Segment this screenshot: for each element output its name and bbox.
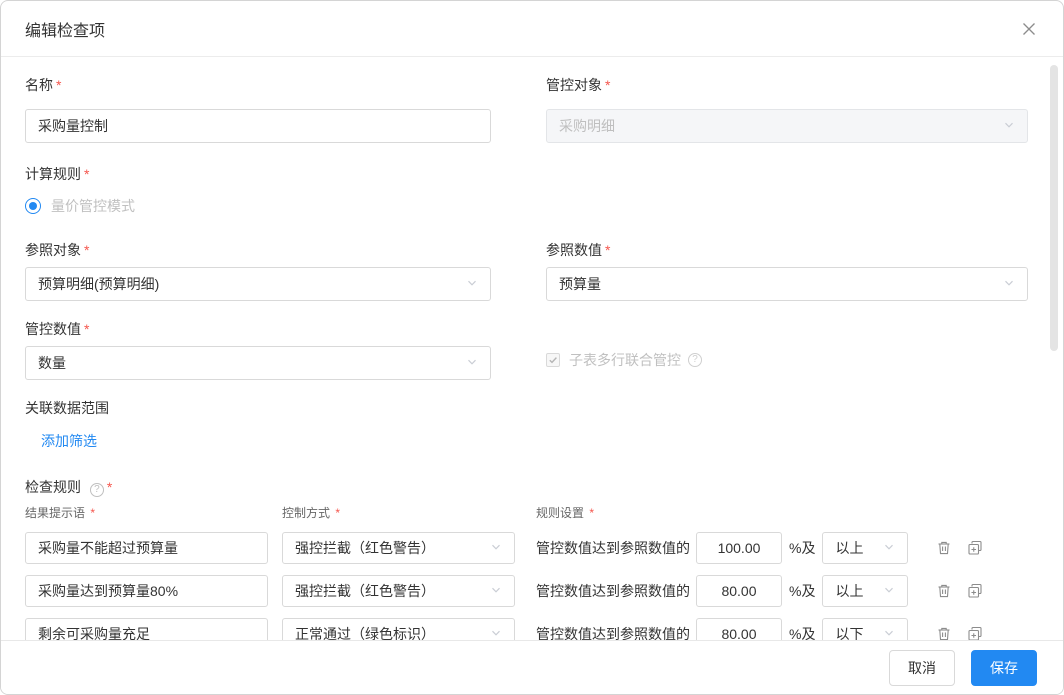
rule-mode-select[interactable]: 正常通过（绿色标识） [282, 618, 515, 642]
rule-percent-input[interactable] [696, 532, 782, 564]
rule-row: 强控拦截（红色警告） 管控数值达到参照数值的 %及 以上 [25, 532, 1039, 564]
control-value-label: 管控数值* [25, 319, 491, 339]
edit-check-item-dialog: 编辑检查项 名称* 管控对象* 采购明细 计算规则* 量价管控模式 [0, 0, 1064, 695]
chevron-down-icon [883, 583, 895, 599]
name-label: 名称* [25, 75, 491, 95]
rule-setting-prefix: 管控数值达到参照数值的 [536, 538, 690, 558]
save-button[interactable]: 保存 [971, 650, 1037, 686]
chevron-down-icon [1003, 118, 1015, 134]
trash-icon[interactable] [935, 539, 953, 557]
copy-add-icon[interactable] [966, 582, 984, 600]
rule-bound-select[interactable]: 以上 [822, 532, 908, 564]
data-range-label: 关联数据范围 [25, 398, 1039, 418]
calc-rule-radio-row: 量价管控模式 [25, 196, 1039, 216]
rule-percent-input[interactable] [696, 618, 782, 642]
calc-rule-option-label: 量价管控模式 [51, 196, 135, 216]
copy-add-icon[interactable] [966, 539, 984, 557]
rule-prompt-input[interactable] [25, 532, 268, 564]
chevron-down-icon [490, 540, 502, 556]
rule-row: 正常通过（绿色标识） 管控数值达到参照数值的 %及 以下 [25, 618, 1039, 642]
column-header-mode: 控制方式 * [282, 505, 536, 521]
rule-bound-select[interactable]: 以下 [822, 618, 908, 642]
control-object-select: 采购明细 [546, 109, 1028, 143]
radio-selected-icon[interactable] [25, 198, 41, 214]
rule-percent-input[interactable] [696, 575, 782, 607]
chevron-down-icon [466, 276, 478, 292]
chevron-down-icon [1003, 276, 1015, 292]
column-header-setting: 规则设置 * [536, 505, 594, 521]
rule-percent-unit: %及 [789, 538, 815, 558]
chevron-down-icon [466, 355, 478, 371]
add-filter-link[interactable]: 添加筛选 [41, 431, 97, 451]
subtable-checkbox-label: 子表多行联合管控 [569, 350, 681, 370]
cancel-button[interactable]: 取消 [889, 650, 955, 686]
rule-row: 强控拦截（红色警告） 管控数值达到参照数值的 %及 以上 [25, 575, 1039, 607]
checkbox-checked-disabled-icon [546, 353, 560, 367]
help-circle-icon: ? [688, 353, 702, 367]
dialog-footer: 取消 保存 [1, 640, 1063, 694]
reference-object-select[interactable]: 预算明细(预算明细) [25, 267, 491, 301]
rule-prompt-input[interactable] [25, 618, 268, 642]
rule-setting-prefix: 管控数值达到参照数值的 [536, 581, 690, 601]
close-icon[interactable] [1019, 19, 1039, 39]
reference-value-select[interactable]: 预算量 [546, 267, 1028, 301]
reference-object-label: 参照对象* [25, 240, 491, 260]
rule-mode-select[interactable]: 强控拦截（红色警告） [282, 575, 515, 607]
check-rules-label: 检查规则 ?* [25, 477, 1039, 497]
dialog-header: 编辑检查项 [1, 1, 1063, 57]
chevron-down-icon [883, 540, 895, 556]
control-value-select[interactable]: 数量 [25, 346, 491, 380]
column-header-prompt: 结果提示语 * [25, 505, 282, 521]
name-input[interactable] [25, 109, 491, 143]
control-object-label: 管控对象* [546, 75, 1028, 95]
rule-percent-unit: %及 [789, 581, 815, 601]
rule-bound-select[interactable]: 以上 [822, 575, 908, 607]
help-circle-icon: ? [90, 483, 104, 497]
rule-column-headers: 结果提示语 * 控制方式 * 规则设置 * [25, 505, 1039, 521]
scrollbar-thumb[interactable] [1050, 65, 1058, 351]
reference-value-label: 参照数值* [546, 240, 1028, 260]
subtable-joint-control-row: 子表多行联合管控 ? [546, 350, 1028, 370]
dialog-title: 编辑检查项 [25, 17, 105, 41]
chevron-down-icon [490, 583, 502, 599]
trash-icon[interactable] [935, 582, 953, 600]
rule-prompt-input[interactable] [25, 575, 268, 607]
calc-rule-label: 计算规则* [25, 164, 1039, 184]
dialog-body: 名称* 管控对象* 采购明细 计算规则* 量价管控模式 参照对象* 预算明细(预 [1, 57, 1063, 642]
rule-mode-select[interactable]: 强控拦截（红色警告） [282, 532, 515, 564]
